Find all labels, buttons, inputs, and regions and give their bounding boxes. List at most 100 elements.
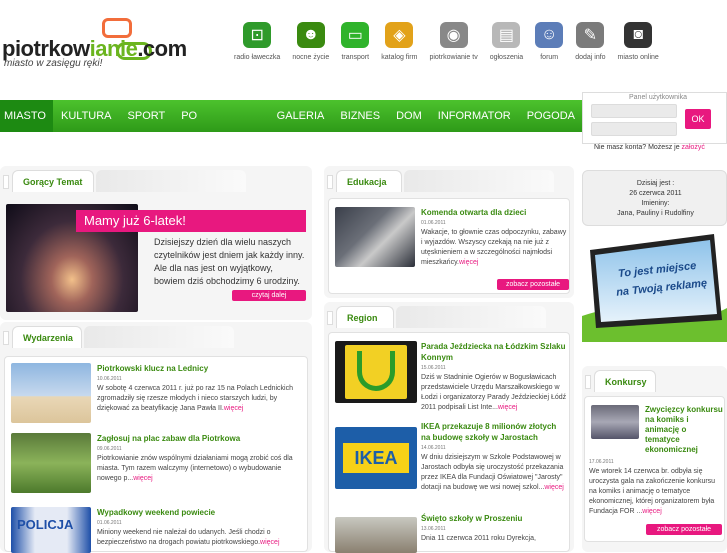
- no-account-label: Nie masz konta? Możesz je: [594, 144, 680, 151]
- contest-tab: Konkursy: [585, 370, 656, 392]
- education-more-link[interactable]: więcej: [459, 259, 478, 266]
- education-image[interactable]: [335, 207, 415, 267]
- region-image[interactable]: IKEA: [335, 427, 417, 489]
- tab-nub: [3, 331, 9, 345]
- region-title[interactable]: Parada Jeździecka na Łódzkim Szlaku Konn…: [421, 341, 567, 363]
- event-image[interactable]: [11, 433, 91, 493]
- contest-text: We wtorek 14 czerwca br. odbyła się uroc…: [589, 467, 723, 517]
- contest-card: Zwycięzcy konkursu na komiks i animację …: [584, 396, 725, 542]
- contest-more-link[interactable]: więcej: [642, 508, 661, 515]
- event-item: Zagłosuj na plac zabaw dla Piotrkowa 09.…: [97, 433, 305, 484]
- top-icon-nav: ⊡ radio ławeczka ☻ nocne życie ▭ transport ◈ ka…: [234, 22, 659, 61]
- hot-topic-panel: Gorący Temat Mamy już 6-latek! Dzisiejsz…: [0, 166, 312, 320]
- tab-nub: [327, 175, 333, 189]
- topnav-item[interactable]: ☻ nocne życie: [292, 22, 329, 61]
- today-box: Dzisiaj jest : 26 czerwca 2011 Imieniny:…: [582, 170, 727, 226]
- topnav-item[interactable]: ◉ piotrkowianie tv: [429, 22, 478, 61]
- menu-item[interactable]: GALERIA: [269, 100, 333, 132]
- topnav-label: radio ławeczka: [234, 54, 281, 61]
- ad-billboard[interactable]: To jest miejsce na Twoją reklamę: [582, 228, 727, 342]
- ads-icon: ▤: [492, 22, 521, 48]
- event-text-body: Miniony weekend nie należał do udanych. …: [97, 529, 271, 546]
- login-title: Panel użytkownika: [629, 94, 687, 101]
- logo-speech-bubble: [102, 18, 132, 38]
- region-image[interactable]: [335, 517, 417, 553]
- menu-item[interactable]: POGODA: [519, 100, 583, 132]
- tab-nub: [3, 175, 9, 189]
- event-title[interactable]: Zagłosuj na plac zabaw dla Piotrkowa: [97, 433, 305, 444]
- topnav-label: dodaj info: [575, 54, 606, 61]
- education-text-body: Wakacje, to głownie czas odpoczynku, zab…: [421, 229, 567, 266]
- region-title[interactable]: Święto szkoły w Proszeniu: [421, 513, 567, 524]
- site-logo[interactable]: piotrkowianie.com miasto w zasięgu ręki!: [2, 18, 187, 78]
- events-tab-label: Wydarzenia: [23, 333, 73, 343]
- event-date: 10.06.2011: [97, 376, 122, 382]
- event-title[interactable]: Wypadkowy weekend powiecie: [97, 507, 305, 518]
- menu-item[interactable]: MIASTO: [0, 100, 53, 132]
- topnav-item[interactable]: ⊡ radio ławeczka: [234, 22, 280, 61]
- topnav-label: miasto online: [617, 54, 659, 61]
- add-info-icon: ✎: [576, 22, 605, 48]
- event-text-body: Piotrkowianie znów wspólnymi działaniami…: [97, 455, 293, 482]
- topnav-item[interactable]: ☺ forum: [535, 22, 564, 61]
- tab-shadow: [84, 326, 234, 348]
- no-account-text: Nie masz konta? Możesz je założyć: [594, 144, 705, 151]
- hot-topic-headline[interactable]: Mamy już 6-latek!: [76, 210, 306, 232]
- topnav-item[interactable]: ▭ transport: [341, 22, 370, 61]
- contest-image[interactable]: [591, 405, 639, 439]
- events-tab: Wydarzenia: [3, 326, 82, 348]
- education-card: Komenda otwarta dla dzieci 01.06.2011 Wa…: [328, 198, 570, 294]
- tab-nub: [327, 311, 333, 325]
- events-panel: Wydarzenia Piotrkowski klucz na Lednicy …: [0, 322, 312, 553]
- password-input[interactable]: [591, 122, 677, 136]
- topnav-item[interactable]: ✎ dodaj info: [575, 22, 606, 61]
- region-date: 15.06.2011: [421, 365, 446, 371]
- region-image[interactable]: [335, 341, 417, 403]
- region-date: 14.06.2011: [421, 445, 446, 451]
- menu-item[interactable]: PO GODZINACH: [173, 100, 268, 154]
- camera-icon: ◙: [624, 22, 653, 48]
- menu-item[interactable]: BIZNES: [332, 100, 388, 132]
- nameday-names: Jana, Pauliny i Rudolfiny: [617, 210, 694, 217]
- education-title[interactable]: Komenda otwarta dla dzieci: [421, 207, 567, 218]
- username-input[interactable]: [591, 104, 677, 118]
- region-title[interactable]: IKEA przekazuje 8 milionów złotych na bu…: [421, 421, 567, 443]
- read-more-button[interactable]: czytaj dalej: [232, 290, 306, 301]
- event-more-link[interactable]: więcej: [224, 405, 243, 412]
- region-more-link[interactable]: więcej: [498, 404, 517, 411]
- nameday-label: Imieniny:: [641, 200, 670, 207]
- menu-item[interactable]: DOM: [388, 100, 430, 132]
- logo-suffix: .com: [137, 36, 187, 61]
- nightlife-icon: ☻: [296, 22, 325, 48]
- event-text: Piotrkowianie znów wspólnymi działaniami…: [97, 454, 305, 484]
- login-button[interactable]: OK: [685, 109, 711, 129]
- region-text: Dziś w Stadninie Ogierów w Bogusławicach…: [421, 373, 567, 413]
- event-title[interactable]: Piotrkowski klucz na Lednicy: [97, 363, 305, 374]
- radio-icon: ⊡: [243, 22, 272, 48]
- tab-shadow: [96, 170, 246, 192]
- contest-see-more-button[interactable]: zobacz pozostałe: [646, 524, 722, 535]
- event-date: 01.06.2011: [97, 520, 122, 526]
- register-link[interactable]: założyć: [682, 144, 705, 151]
- education-item: Komenda otwarta dla dzieci 01.06.2011 Wa…: [421, 207, 567, 268]
- event-image[interactable]: [11, 363, 91, 423]
- topnav-item[interactable]: ▤ ogłoszenia: [490, 22, 523, 61]
- topnav-item[interactable]: ◙ miasto online: [618, 22, 659, 61]
- topnav-label: nocne życie: [292, 54, 330, 61]
- education-tab-label: Edukacja: [347, 177, 387, 187]
- menu-item[interactable]: SPORT: [120, 100, 174, 132]
- menu-item[interactable]: KULTURA: [53, 100, 120, 132]
- catalog-icon: ◈: [385, 22, 414, 48]
- main-menu: MIASTO KULTURA SPORT PO GODZINACH GALERIA BIZ…: [0, 100, 583, 154]
- menu-item[interactable]: INFORMATOR: [430, 100, 519, 132]
- education-see-more-button[interactable]: zobacz pozostałe: [497, 279, 569, 290]
- events-list: Piotrkowski klucz na Lednicy 10.06.2011 …: [4, 356, 308, 553]
- contest-title[interactable]: Zwycięzcy konkursu na komiks i animację …: [645, 405, 723, 455]
- contest-tab-label: Konkursy: [605, 377, 647, 387]
- region-more-link[interactable]: więcej: [544, 484, 563, 491]
- event-more-link[interactable]: więcej: [133, 475, 152, 482]
- topnav-label: piotrkowianie tv: [429, 54, 478, 61]
- event-image[interactable]: POLICJA: [11, 507, 91, 553]
- event-date: 09.06.2011: [97, 446, 122, 452]
- topnav-item[interactable]: ◈ katalog firm: [381, 22, 417, 61]
